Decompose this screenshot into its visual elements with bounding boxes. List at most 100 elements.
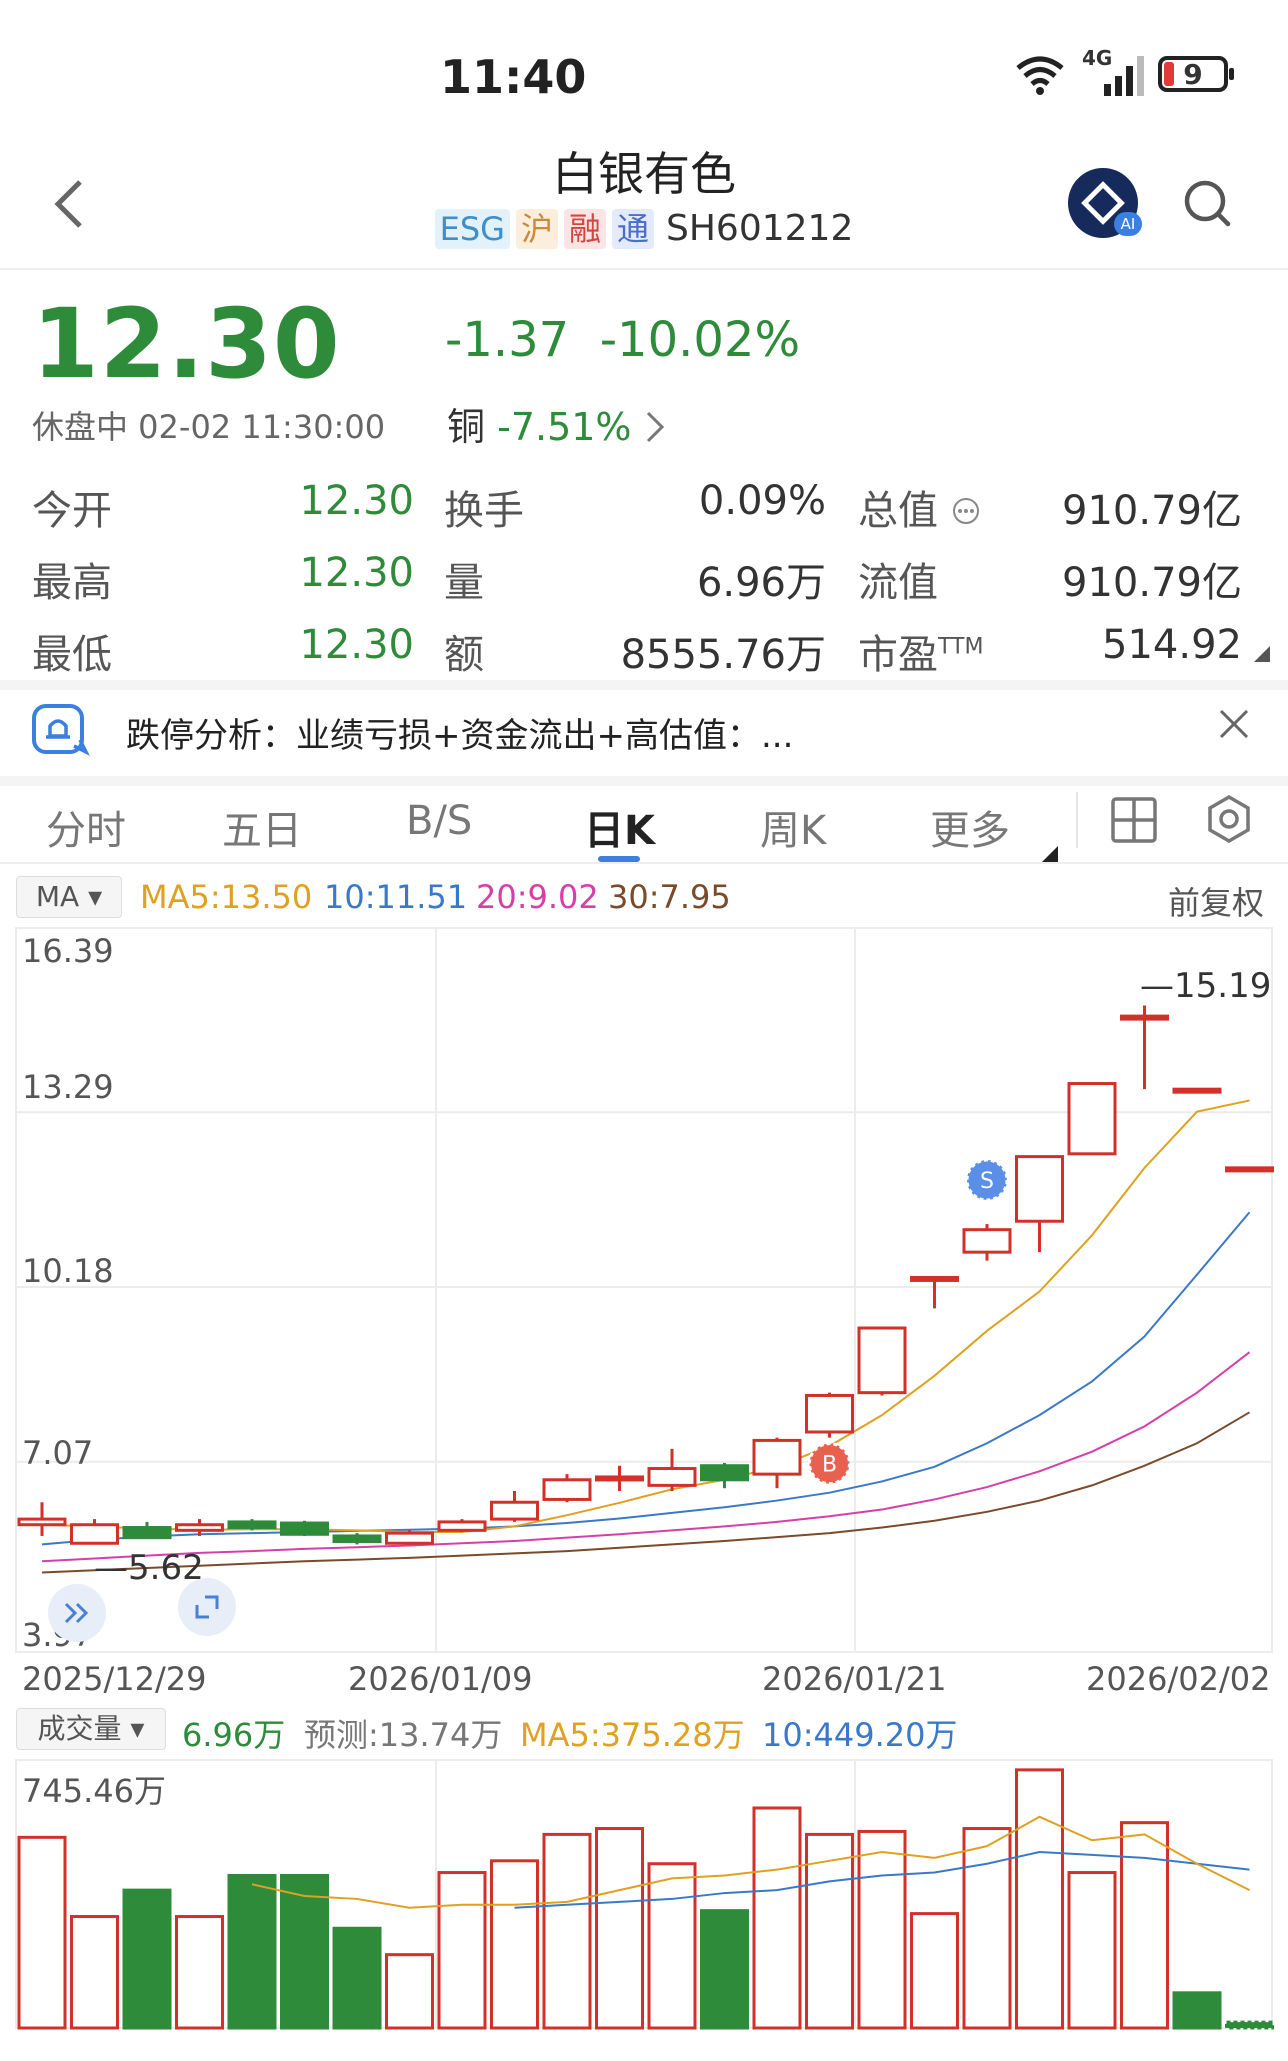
- status-icons: 4G 9: [1012, 46, 1234, 96]
- stock-code: SH601212: [666, 208, 854, 249]
- tab-five-day[interactable]: 五日: [222, 798, 302, 856]
- tab-intraday[interactable]: 分时: [46, 798, 126, 856]
- connect-tag: 通: [611, 208, 654, 249]
- search-icon[interactable]: [1182, 178, 1234, 230]
- trade-marker-b: B: [808, 1442, 851, 1486]
- total-cap-label[interactable]: 总值: [858, 478, 981, 536]
- fullscreen-button[interactable]: [178, 1578, 236, 1636]
- candle-body: [385, 1531, 434, 1545]
- candle-body: [1120, 1014, 1169, 1021]
- volume-bar: [752, 1806, 802, 2030]
- candle-body: [1015, 1155, 1064, 1223]
- volume-bar: [280, 1873, 329, 2030]
- volume-bar: [1015, 1768, 1064, 2030]
- candle-body: [910, 1275, 959, 1282]
- volume-bar: [1067, 1871, 1117, 2030]
- volume-selector[interactable]: 成交量 ▾: [16, 1708, 166, 1750]
- alert-bell-icon: [32, 704, 90, 756]
- volume-bar: [962, 1827, 1012, 2030]
- close-icon[interactable]: [1218, 708, 1250, 740]
- volume-bar: [857, 1829, 907, 2030]
- high-value: 12.30: [299, 550, 414, 596]
- x-date-0: 2025/12/29: [22, 1660, 207, 1698]
- candle-body: [857, 1326, 907, 1395]
- candle-body: [1067, 1082, 1117, 1156]
- candle-body: [1225, 1166, 1274, 1173]
- candle-body: [17, 1517, 67, 1527]
- volume-bar: [332, 1926, 382, 2030]
- grid-layout-icon[interactable]: [1110, 796, 1158, 844]
- scroll-left-button[interactable]: [48, 1584, 106, 1642]
- trade-marker-s: S: [965, 1158, 1009, 1202]
- amount-value: 8555.76万: [620, 632, 826, 678]
- ai-assistant-button[interactable]: AI: [1068, 168, 1142, 238]
- header-divider: [0, 268, 1288, 270]
- volume-max-label: 745.46万: [22, 1772, 166, 1810]
- y-tick-2: 10.18: [22, 1252, 114, 1290]
- tab-bs[interactable]: B/S: [406, 798, 472, 844]
- candle-body: [122, 1526, 172, 1540]
- volume-bar: [385, 1953, 434, 2030]
- candle-body: [1172, 1087, 1222, 1094]
- volume-selector-label: 成交量: [37, 1712, 122, 1745]
- wifi-icon: [1016, 56, 1064, 95]
- chevron-right-icon: [646, 411, 664, 443]
- volume-ma5: MA5:375.28万: [520, 1716, 745, 1754]
- candlestick-chart[interactable]: SB: [0, 924, 1288, 1654]
- candle-body: [437, 1520, 487, 1532]
- expand-icon: [195, 1595, 219, 1619]
- volume-bar: [227, 1873, 277, 2030]
- settings-icon[interactable]: [1204, 794, 1254, 844]
- y-tick-3: 7.07: [22, 1434, 94, 1472]
- current-price: 12.30: [32, 288, 341, 400]
- tab-daily-k[interactable]: 日K: [584, 798, 655, 856]
- sector-name: 铜: [447, 405, 486, 449]
- sector-link[interactable]: 铜 -7.51%: [447, 396, 666, 451]
- shanghai-tag: 沪: [515, 208, 558, 249]
- total-cap-value: 910.79亿: [1062, 488, 1242, 534]
- high-label: 最高: [32, 560, 112, 606]
- volume-chart[interactable]: [0, 1758, 1288, 2038]
- battery-level: 9: [1183, 57, 1203, 91]
- x-date-3: 2026/02/02: [1086, 1660, 1271, 1698]
- ma10-line: [41, 1211, 1251, 1546]
- candle-body: [752, 1438, 802, 1476]
- candle-body: [805, 1393, 854, 1434]
- high-price-value: 15.19: [1174, 966, 1272, 1006]
- low-price-label: —5.62: [94, 1548, 204, 1588]
- y-tick-0: 16.39: [22, 932, 114, 970]
- pe-value: 514.92: [1102, 622, 1242, 668]
- volume-forecast: 预测:13.74万: [304, 1716, 503, 1754]
- x-date-1: 2026/01/09: [348, 1660, 533, 1698]
- trade-marker-label: B: [822, 1453, 837, 1478]
- tab-weekly-k[interactable]: 周K: [760, 798, 826, 856]
- volume-bar: [647, 1862, 697, 2030]
- volume-bar: [437, 1871, 487, 2030]
- volume-bar: [595, 1827, 644, 2030]
- volume-bar: [175, 1915, 224, 2030]
- volume-current: 6.96万: [182, 1716, 286, 1754]
- volume-bar: [700, 1909, 749, 2030]
- price-adjust-mode[interactable]: 前复权: [1168, 878, 1264, 922]
- volume-label: 量: [444, 560, 484, 606]
- total-cap-text: 总值: [858, 488, 938, 534]
- trading-status: 休盘中 02-02 11:30:00: [32, 408, 386, 446]
- expand-triangle-icon[interactable]: [1252, 644, 1272, 664]
- volume-bar: [122, 1888, 172, 2030]
- low-label: 最低: [32, 632, 112, 678]
- tab-separator: [1076, 792, 1078, 848]
- tab-more[interactable]: 更多: [930, 798, 1010, 856]
- candle-body: [490, 1500, 539, 1521]
- ma-selector[interactable]: MA ▾: [16, 876, 122, 918]
- double-chevron-icon: [64, 1602, 89, 1624]
- candle-body: [227, 1520, 277, 1530]
- ma30-line: [41, 1411, 1251, 1574]
- pe-text: 市盈: [858, 632, 938, 678]
- volume-bar: [1225, 2020, 1274, 2030]
- volume-value: 6.96万: [696, 560, 826, 606]
- turnover-label: 换手: [444, 488, 524, 534]
- esg-tag[interactable]: ESG: [434, 208, 510, 249]
- open-value: 12.30: [299, 478, 414, 524]
- candle-body: [647, 1467, 697, 1487]
- volume-bar: [70, 1915, 119, 2030]
